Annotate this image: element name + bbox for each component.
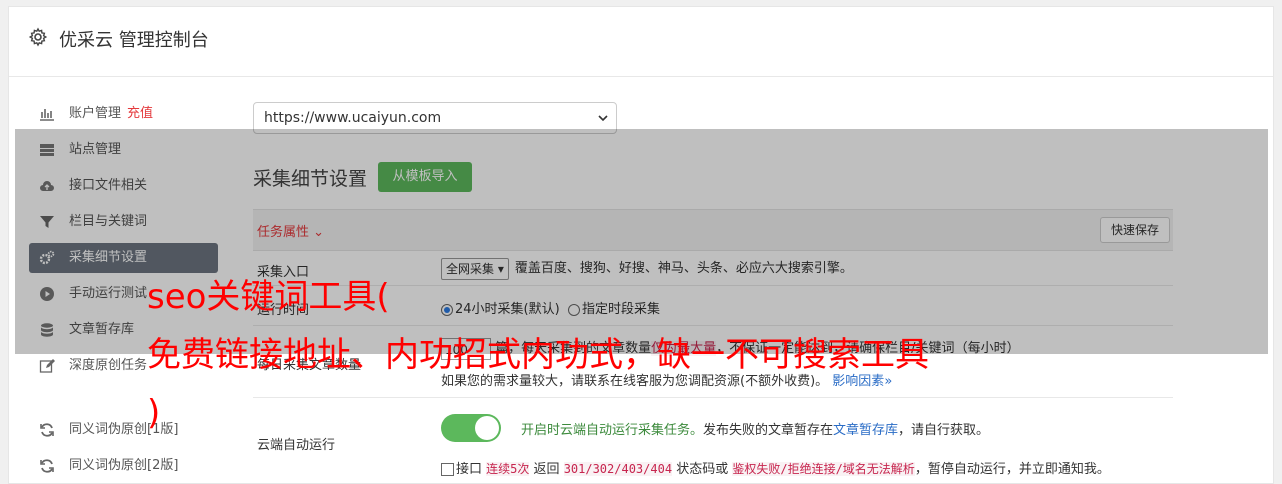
gear-icon — [28, 27, 48, 47]
chevron-down-icon — [598, 115, 608, 122]
cloud-label: 云端自动运行 — [257, 438, 336, 453]
sidebar-item-synonym-v2[interactable]: 同义词伪原创[2版] — [29, 451, 218, 481]
cloud-green-text: 开启时云端自动运行采集任务。 — [521, 423, 704, 438]
refresh-icon — [40, 459, 54, 473]
watermark-line-1: seo关键词工具( — [147, 277, 390, 317]
article-store-link[interactable]: 文章暂存库 — [833, 423, 898, 438]
cloud-line2: 接口 连续5次 返回 301/302/403/404 状态码或 鉴权失败/拒绝连… — [441, 458, 1110, 477]
cloud-line2-c: 状态码或 — [676, 462, 729, 477]
page-header: 优采云 管理控制台 — [9, 7, 1273, 77]
edit-icon — [39, 359, 55, 373]
refresh-icon — [40, 423, 54, 437]
sidebar-item-label: 同义词伪原创[1版] — [69, 422, 179, 437]
site-select-value: https://www.ucaiyun.com — [264, 110, 442, 126]
cloud-line1-a: 发布失败的文章暂存在 — [703, 423, 834, 438]
cb-label: 接口 — [456, 462, 483, 477]
page-title: 优采云 管理控制台 — [59, 30, 209, 51]
sidebar-item-account[interactable]: 账户管理 充值 — [29, 99, 218, 129]
cloud-line2-d: ，暂停自动运行，并立即通知我。 — [914, 462, 1110, 477]
bar-chart-icon — [40, 109, 54, 121]
sidebar-item-label: 深度原创任务 — [69, 358, 148, 373]
hl-status-codes: 301/302/403/404 — [563, 462, 673, 476]
sidebar-item-label: 同义词伪原创[2版] — [69, 458, 179, 473]
cloud-line1: 开启时云端自动运行采集任务。发布失败的文章暂存在文章暂存库，请自行获取。 — [521, 419, 989, 438]
cloud-line2-b: 返回 — [533, 462, 560, 477]
watermark-line-3: ) — [147, 393, 161, 433]
recharge-link[interactable]: 充值 — [127, 106, 153, 121]
hl-5times: 连续5次 — [486, 462, 530, 476]
watermark-line-2: 免费链接地址、内功招式内功式，缺一不可搜索工具 — [147, 335, 929, 375]
sidebar-item-label: 账户管理 — [69, 106, 122, 121]
cloud-auto-run-toggle[interactable] — [441, 414, 501, 442]
divider — [253, 397, 1173, 398]
hl-errors: 鉴权失败/拒绝连接/域名无法解析 — [732, 462, 915, 476]
cloud-line1-b: ，请自行获取。 — [898, 423, 990, 438]
sidebar-item-synonym-v1[interactable]: 同义词伪原创[1版] — [29, 415, 218, 445]
pause-checkbox[interactable] — [441, 463, 454, 476]
